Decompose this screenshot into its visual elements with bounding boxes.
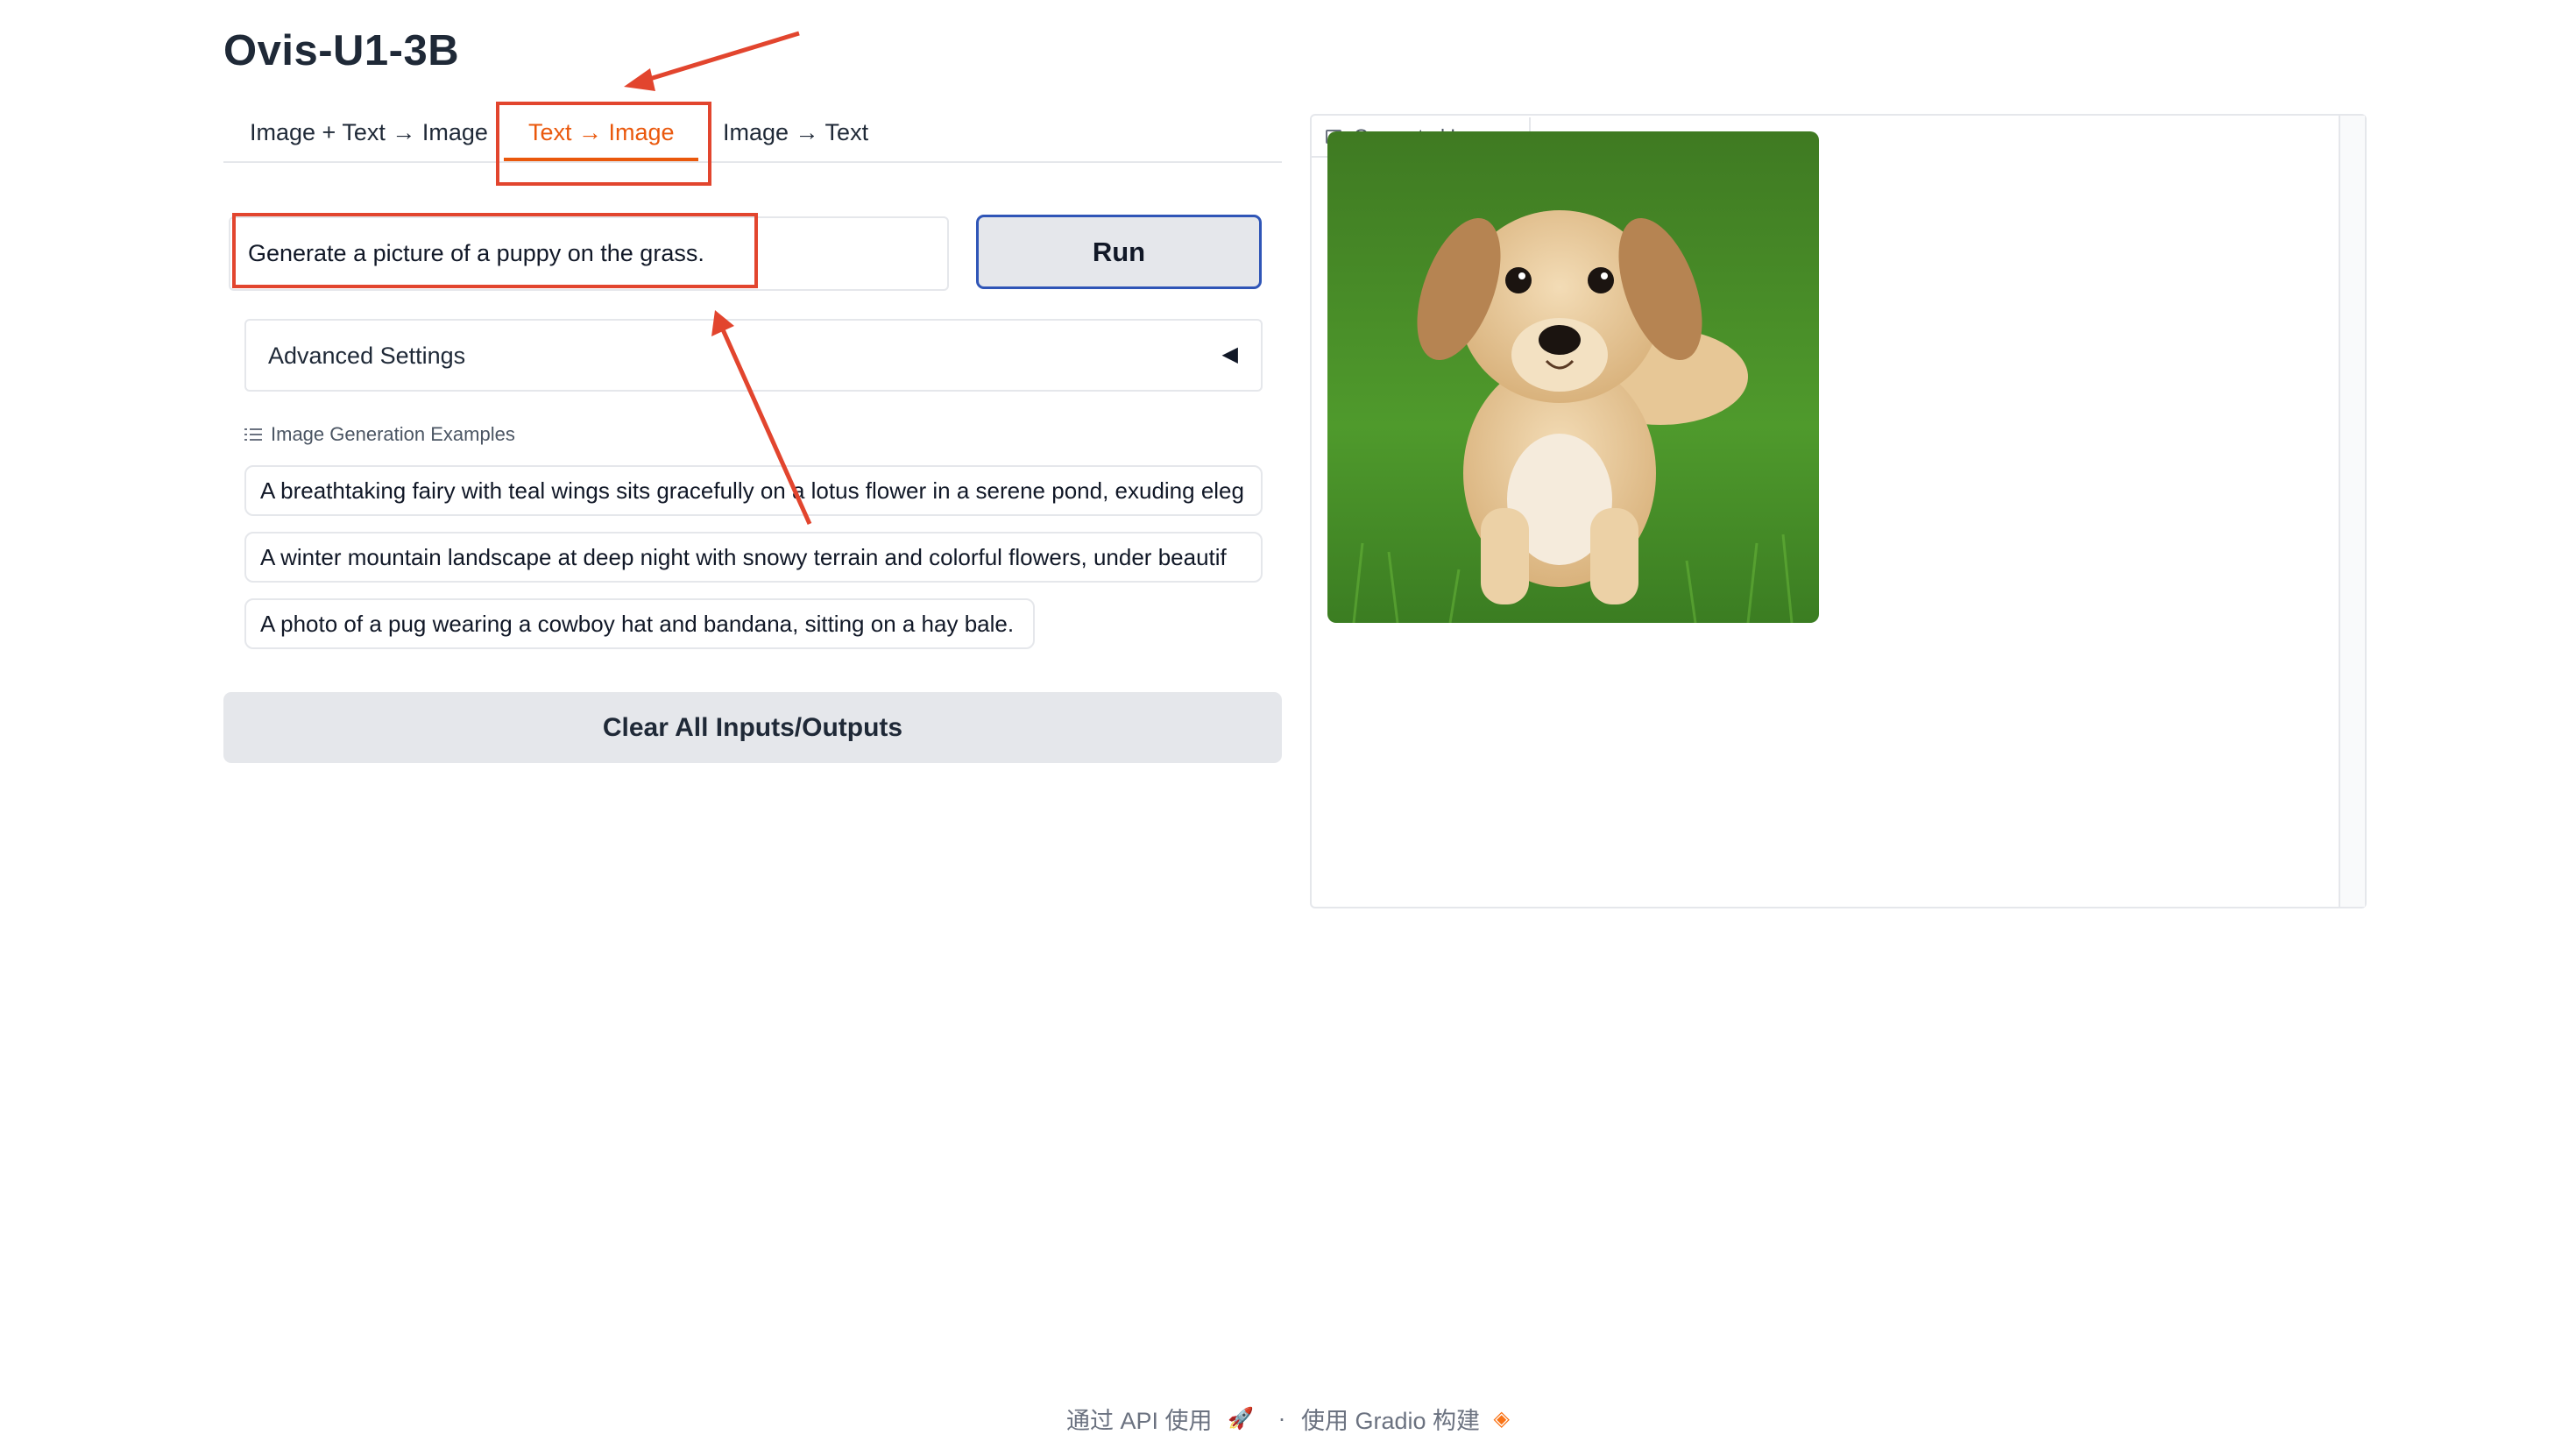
annotation-arrow-line [719,326,812,526]
annotation-arrow-line [643,31,800,83]
footer: 通过 API 使用 🚀 · 使用 Gradio 构建 ◈ [0,1402,2576,1436]
rocket-icon: 🚀 [1228,1407,1254,1431]
gradio-logo-icon: ◈ [1493,1407,1510,1431]
annotation-arrows [624,31,812,526]
annotation-arrowhead [624,68,655,91]
gradio-link[interactable]: 使用 Gradio 构建 [1301,1408,1480,1434]
api-link[interactable]: 通过 API 使用 [1066,1408,1213,1434]
footer-separator: · [1277,1405,1286,1431]
